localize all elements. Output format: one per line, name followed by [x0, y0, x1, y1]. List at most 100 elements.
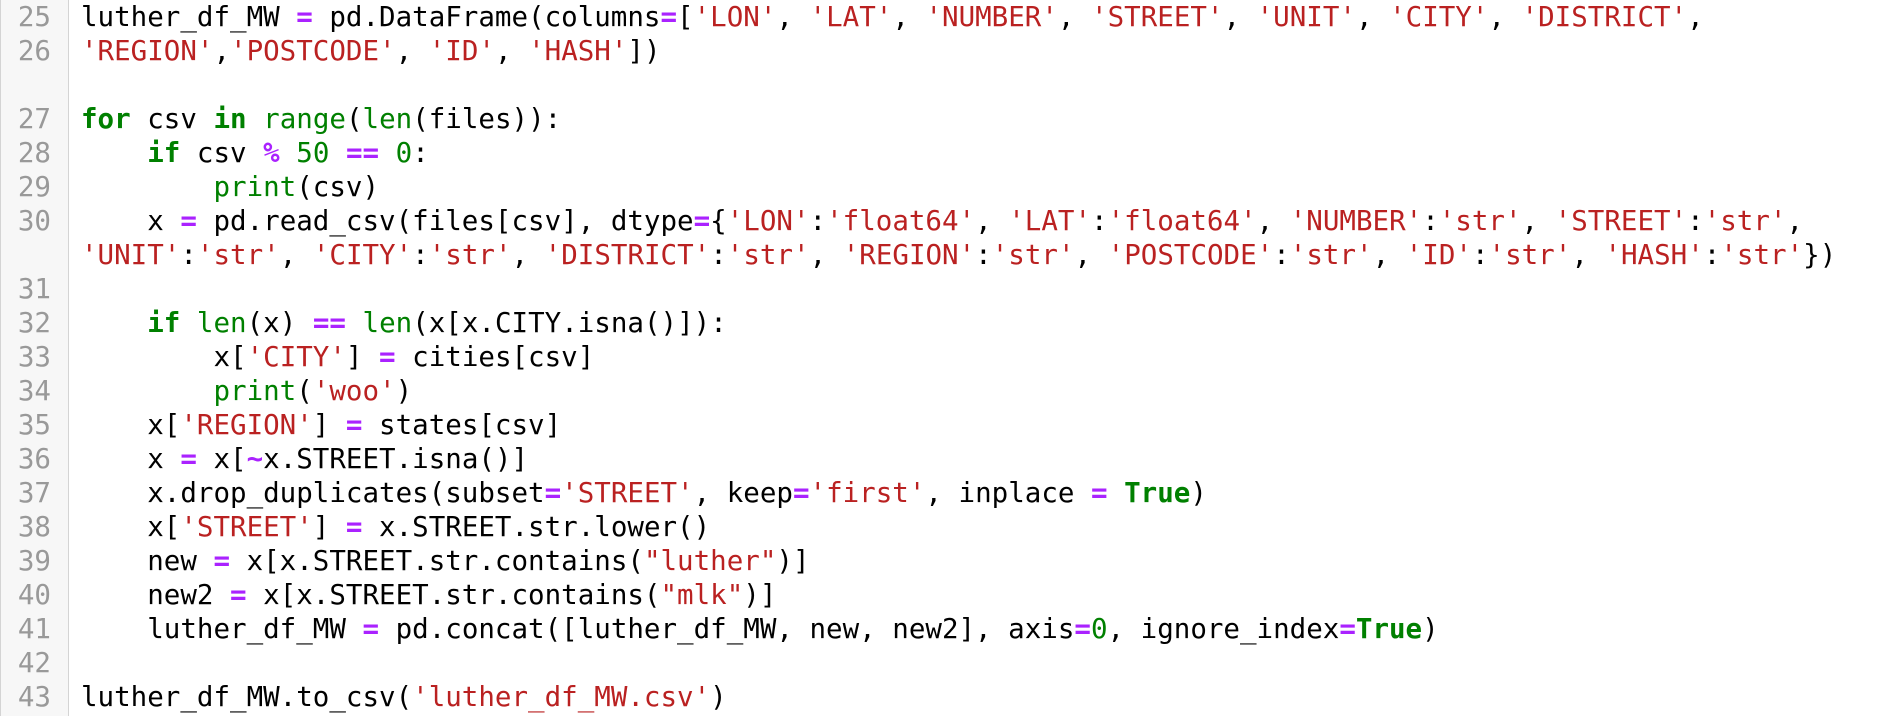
code-text: , [1571, 239, 1605, 271]
code-text: , [395, 35, 429, 67]
line-number: 25 [17, 1, 51, 33]
code-text: )] [776, 545, 810, 577]
builtin-token: range [263, 103, 346, 135]
builtin-token: len [362, 307, 413, 339]
code-line: if len(x) == len(x[x.CITY.isna()]): [81, 306, 727, 340]
code-text: , [1223, 1, 1257, 33]
operator-token: = [1339, 613, 1356, 645]
builtin-token: len [362, 103, 413, 135]
operator-token: = [693, 205, 711, 237]
code-text: , [1256, 205, 1290, 237]
code-text: : [1687, 205, 1704, 237]
code-line: x['CITY'] = cities[csv] [81, 340, 594, 374]
line-number: 42 [17, 647, 51, 679]
builtin-token: len [196, 307, 247, 339]
string-token: 'LON' [726, 205, 810, 237]
code-text: : [412, 239, 429, 271]
line-number: 31 [17, 273, 51, 305]
string-token: 'float64' [826, 205, 976, 237]
string-token: 'STREET' [1554, 205, 1688, 237]
code-text: , [494, 35, 529, 67]
code-line: x = x[~x.STREET.isna()] [81, 442, 528, 476]
code-text: x.STREET.str.lower() [362, 511, 711, 543]
code-text: states[csv] [362, 409, 562, 441]
string-token: 'POSTCODE' [230, 35, 396, 67]
builtin-token: print [213, 171, 297, 203]
code-text: : [710, 239, 727, 271]
string-token: 'POSTCODE' [1107, 239, 1274, 271]
line-number-gutter: 25 26 27 28 29 30 31 32 33 34 35 36 37 3… [0, 0, 69, 716]
code-text: , [892, 1, 926, 33]
string-token: 'str' [726, 239, 810, 271]
string-token: 'luther_df_MW.csv' [412, 681, 711, 713]
code-text: : [412, 137, 429, 169]
code-text: (csv) [296, 171, 380, 203]
code-editor[interactable]: 25 26 27 28 29 30 31 32 33 34 35 36 37 3… [0, 0, 1884, 716]
code-text: , [1488, 1, 1522, 33]
operator-token: ~ [246, 443, 264, 475]
string-token: 'str' [1289, 239, 1373, 271]
keyword-token: in [213, 103, 247, 135]
line-number: 35 [17, 409, 51, 441]
code-text: ) [395, 375, 413, 407]
code-text: : [1273, 239, 1290, 271]
code-line: if csv % 50 == 0: [81, 136, 429, 170]
code-text: x[x.STREET.str.contains( [246, 579, 661, 611]
string-token: 'LAT' [1008, 205, 1092, 237]
line-number: 30 [17, 205, 51, 237]
number-token: 0 [1090, 613, 1108, 645]
code-text: luther_df_MW [81, 613, 363, 645]
operator-token: = [362, 613, 380, 645]
number-token: 0 [395, 137, 413, 169]
string-token: 'UNIT' [81, 239, 181, 271]
string-token: 'str' [1720, 239, 1804, 271]
string-token: 'HASH' [1604, 239, 1704, 271]
operator-token: == [345, 137, 380, 169]
code-text: , ignore_index [1107, 613, 1340, 645]
code-text: csv [180, 137, 264, 169]
code-line: x.drop_duplicates(subset='STREET', keep=… [81, 476, 1207, 510]
line-number: 38 [17, 511, 51, 543]
line-number: 33 [17, 341, 51, 373]
code-text: : [1703, 239, 1721, 271]
string-token: 'woo' [312, 375, 396, 407]
code-text: , [776, 1, 810, 33]
code-text: : [1091, 205, 1108, 237]
string-token: 'str' [196, 239, 280, 271]
line-number: 26 [17, 35, 51, 67]
code-text: )] [743, 579, 777, 611]
code-text: (x) [246, 307, 313, 339]
code-text: (files)): [412, 103, 562, 135]
operator-token: = [544, 477, 562, 509]
code-text: : [180, 239, 197, 271]
code-text: x.drop_duplicates(subset [81, 477, 545, 509]
string-token: 'HASH' [528, 35, 628, 67]
code-text: new [81, 545, 214, 577]
string-token: 'DISTRICT' [1521, 1, 1688, 33]
code-text: : [975, 239, 992, 271]
code-text: ) [1422, 613, 1439, 645]
code-text: new2 [81, 579, 231, 611]
code-text: , keep [693, 477, 793, 509]
code-line: print(csv) [81, 170, 379, 204]
operator-token: = [230, 579, 247, 611]
operator-token: = [1091, 477, 1108, 509]
code-text: pd.read_csv(files[csv], dtype [196, 205, 694, 237]
code-text: }) [1803, 239, 1837, 271]
code-line: new2 = x[x.STREET.str.contains("mlk")] [81, 578, 776, 612]
code-text: ] [345, 341, 380, 373]
code-text: pd.DataFrame(columns [312, 1, 661, 33]
string-token: 'DISTRICT' [544, 239, 711, 271]
operator-token: = [660, 1, 678, 33]
string-token: 'LAT' [809, 1, 893, 33]
code-text: , [809, 239, 843, 271]
code-text: ] [312, 511, 346, 543]
string-token: 'REGION' [81, 35, 214, 67]
code-text: x[ [196, 443, 247, 475]
code-text: csv [130, 103, 214, 135]
